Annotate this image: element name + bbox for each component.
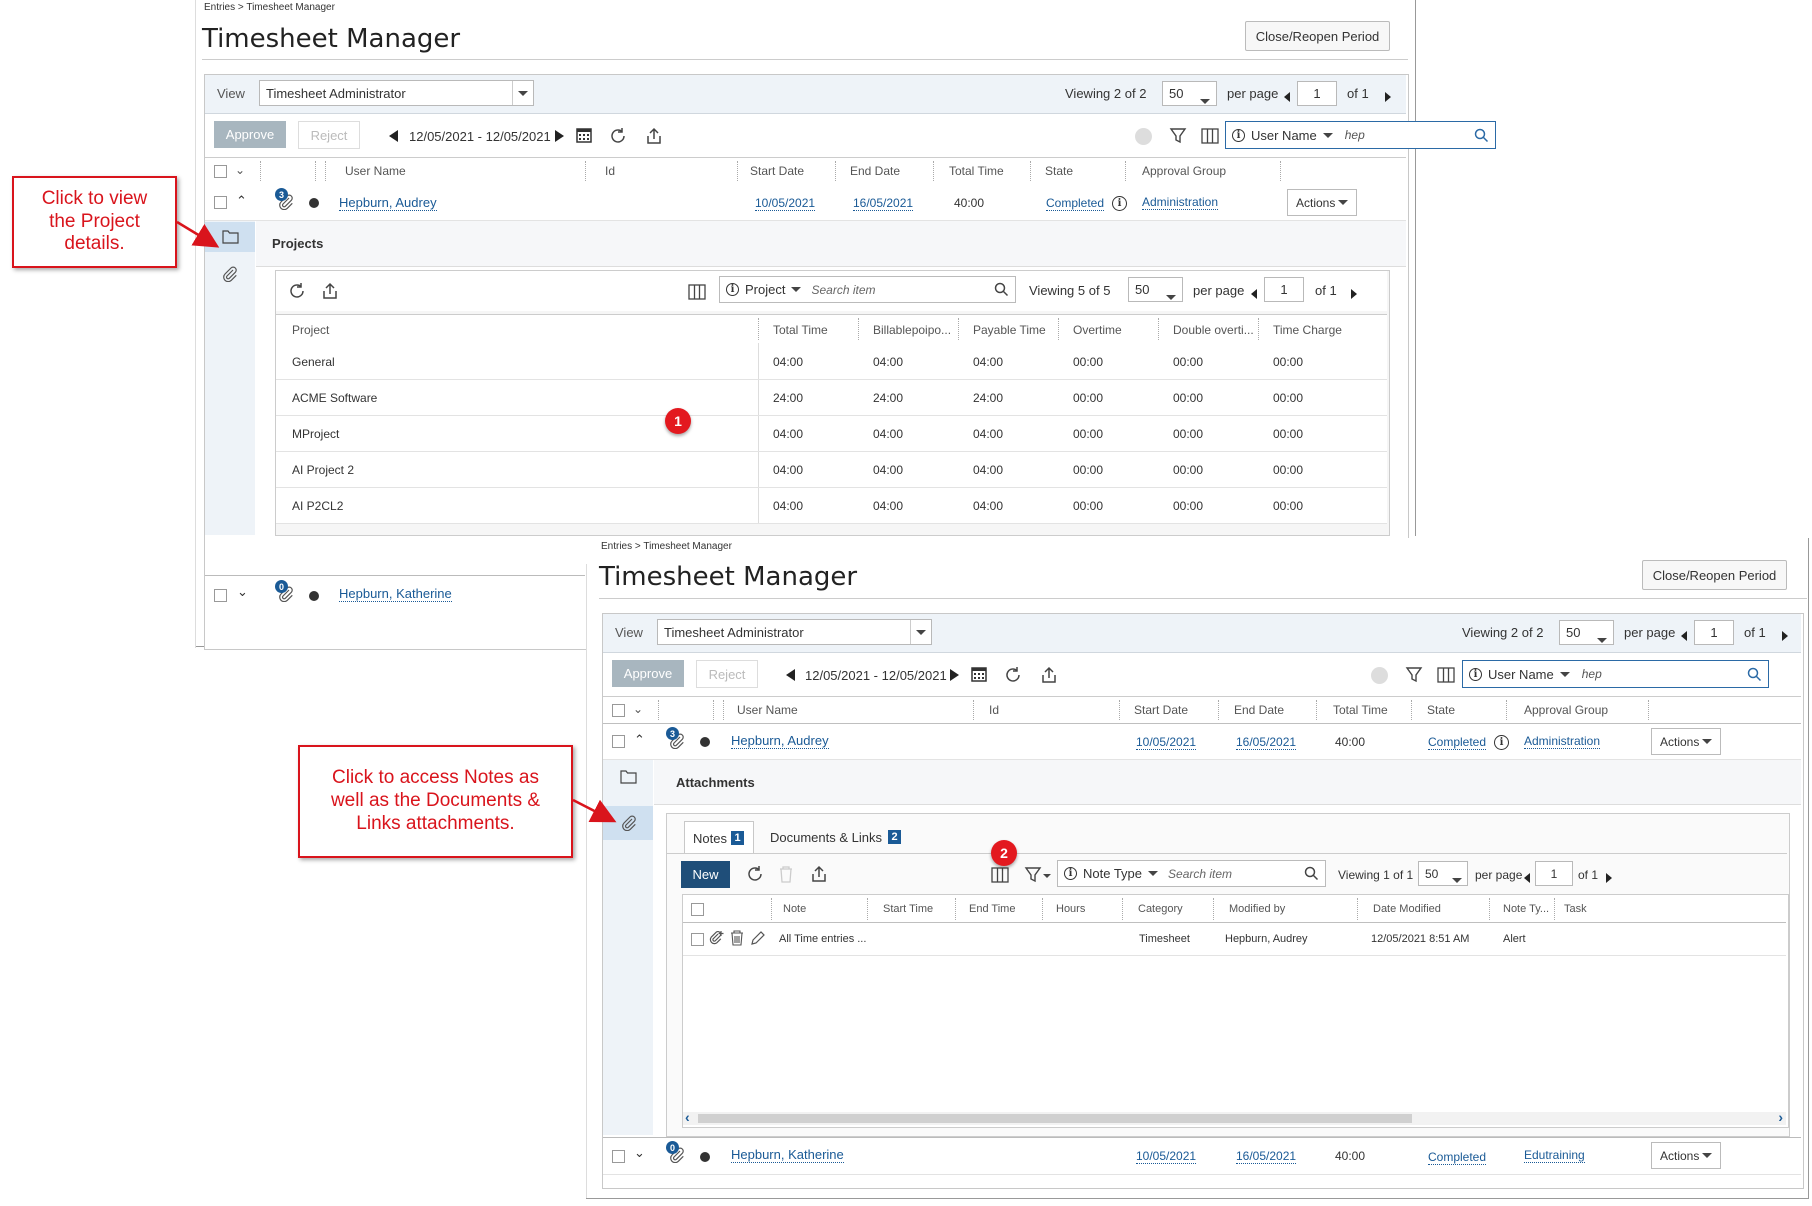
callout-arrows (176, 220, 617, 823)
arrow-projects (176, 220, 220, 248)
arrow-attachments (572, 798, 617, 823)
